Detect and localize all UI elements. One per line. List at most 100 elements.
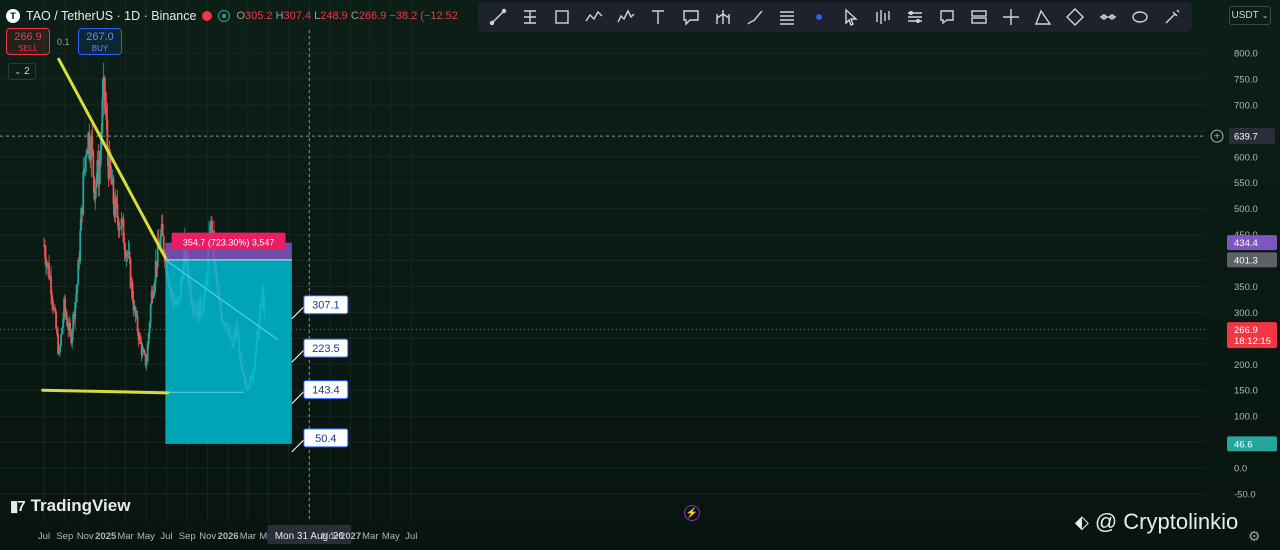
xabcd-pattern-icon[interactable] (1064, 6, 1086, 28)
long-position-icon[interactable] (968, 6, 990, 28)
ai-assistant-icon[interactable]: ⚡ (684, 505, 700, 521)
candle-body (60, 334, 63, 346)
ohlc-readout: O305.2 H307.4 L248.9 C266.9 −38.2 (−12.5… (236, 10, 458, 22)
currency-value: USDT (1231, 10, 1259, 21)
indicators-toggle[interactable]: ⌄ 2 (8, 63, 36, 80)
price-tick-label: 700.0 (1234, 100, 1258, 111)
candle-body (85, 154, 88, 158)
tp-callout-label: 143.4 (312, 385, 340, 397)
magic-brush-icon[interactable] (1161, 6, 1183, 28)
trend-line-icon[interactable] (487, 6, 509, 28)
chevron-down-icon: ⌄ (1261, 11, 1269, 20)
drawing-toolbar (478, 2, 1192, 32)
price-tick-label: 500.0 (1234, 204, 1258, 215)
position-stats-label: 354.7 (723.30%) 3,547 (183, 238, 275, 248)
price-tick-label: 350.0 (1234, 282, 1258, 293)
price-tick-label: 150.0 (1234, 386, 1258, 397)
date-range-icon[interactable] (1097, 6, 1119, 28)
candle-body (149, 304, 152, 323)
gear-icon[interactable]: ⚙ (1248, 528, 1261, 545)
dot-icon[interactable] (808, 6, 830, 28)
tp-callout-label: 223.5 (312, 343, 340, 355)
sell-label: SELL (18, 44, 38, 53)
chevron-down-icon: ⌄ (14, 67, 22, 76)
time-tick-label: Mar (240, 531, 256, 542)
add-alert-plus: + (1214, 132, 1220, 143)
price-label-target: 434.4 (1234, 238, 1258, 249)
elliott-wave-icon[interactable] (615, 6, 637, 28)
price-tick-label: 800.0 (1234, 49, 1258, 60)
parallel-channel-icon[interactable] (776, 6, 798, 28)
price-tick-label: 750.0 (1234, 74, 1258, 85)
tradingview-mark-icon: ▮7 (10, 498, 26, 515)
regression-icon[interactable] (904, 6, 926, 28)
candle-body (82, 171, 85, 214)
price-tick-label: 300.0 (1234, 308, 1258, 319)
sell-button[interactable]: 266.9 SELL (6, 28, 50, 55)
price-label-countdown: 18:12:15 (1234, 336, 1271, 347)
price-tick-label: 550.0 (1234, 178, 1258, 189)
ellipse-icon[interactable] (1129, 6, 1151, 28)
price-tick-label: 200.0 (1234, 360, 1258, 371)
candle-body (91, 136, 94, 151)
visibility-icon[interactable] (218, 10, 231, 22)
time-tick-label: Sep (179, 531, 196, 542)
price-chart[interactable]: 354.7 (723.30%) 3,547 307.1 223.5 143.4 50.4… (0, 0, 1280, 550)
symbol-title[interactable]: TAO / TetherUS · 1D · Binance (26, 9, 196, 23)
time-tick-label: Nov (322, 531, 339, 542)
tradingview-logo[interactable]: ▮7 TradingView (10, 496, 130, 516)
symbol-logo: T (6, 9, 20, 23)
time-tick-label: 2025 (95, 531, 117, 542)
position-stop-zone[interactable] (165, 259, 292, 444)
time-tick-label: 2026 (218, 531, 239, 542)
cursor-icon[interactable] (840, 6, 862, 28)
time-tick-label: Nov (77, 531, 94, 542)
indicators-count: 2 (24, 66, 30, 77)
time-tick-label: 2027 (340, 531, 361, 542)
time-tick-label: May (137, 531, 155, 542)
price-tick-label: 0.0 (1234, 464, 1247, 475)
candle-body (145, 361, 148, 366)
path-icon[interactable] (583, 6, 605, 28)
time-tick-label: Mar (117, 531, 133, 542)
tp-callout-label: 307.1 (312, 300, 340, 312)
chart-header: T TAO / TetherUS · 1D · Binance O305.2 H… (6, 7, 458, 25)
price-label-crosshair: 639.7 (1234, 132, 1258, 143)
text-icon[interactable] (647, 6, 669, 28)
currency-select[interactable]: USDT ⌄ (1229, 6, 1271, 25)
crosshair-icon[interactable] (1000, 6, 1022, 28)
fib-retracement-icon[interactable] (519, 6, 541, 28)
price-tick-label: 600.0 (1234, 152, 1258, 163)
candle-body (161, 223, 164, 236)
triangle-pattern-icon[interactable] (1032, 6, 1054, 28)
bars-pattern-icon[interactable] (872, 6, 894, 28)
price-tick-label: 100.0 (1234, 412, 1258, 423)
candle-body (76, 284, 79, 294)
market-status-icon (202, 11, 213, 21)
time-tick-label: Mar (362, 531, 378, 542)
watermark: ⬖ @ Cryptolinkio (1075, 509, 1238, 535)
buy-price: 267.0 (86, 31, 114, 43)
candle-body (92, 150, 95, 178)
rectangle-icon[interactable] (551, 6, 573, 28)
note-icon[interactable] (936, 6, 958, 28)
time-tick-label: Nov (199, 531, 216, 542)
time-tick-label: Jul (405, 531, 417, 542)
time-tick-label: Sep (56, 531, 73, 542)
price-label-last: 266.9 (1234, 325, 1258, 336)
price-label-entry: 401.3 (1234, 255, 1258, 266)
time-tick-label: May (382, 531, 400, 542)
pitchfork-icon[interactable] (712, 6, 734, 28)
price-tick-label: -50.0 (1234, 490, 1256, 501)
buy-button[interactable]: 267.0 BUY (78, 28, 122, 55)
time-tick-label: Jul (38, 531, 50, 542)
tradingview-logo-text: TradingView (30, 496, 131, 515)
time-tick-label: Jul (160, 531, 172, 542)
sell-price: 266.9 (14, 31, 42, 43)
buy-label: BUY (91, 44, 109, 53)
tp-callout-label: 50.4 (315, 433, 336, 445)
brush-icon[interactable] (744, 6, 766, 28)
callout-icon[interactable] (680, 6, 702, 28)
binance-square-icon: ⬖ (1075, 511, 1089, 532)
spread-value: 0.1 (57, 37, 70, 47)
